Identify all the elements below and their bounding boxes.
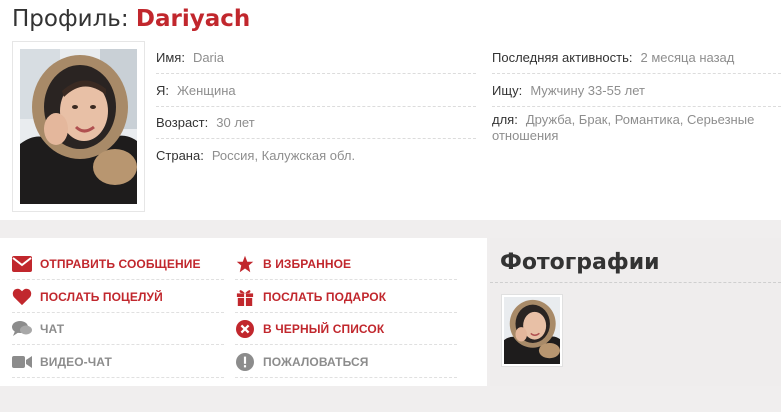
action-label: ПОСЛАТЬ ПОДАРОК: [263, 289, 387, 304]
field-name: Имя: Daria: [156, 42, 476, 74]
send-kiss-button[interactable]: ПОСЛАТЬ ПОЦЕЛУЙ: [12, 281, 224, 313]
action-label: ВИДЕО-ЧАТ: [40, 354, 112, 369]
field-value: Daria: [192, 50, 225, 65]
action-label: В ЧЕРНЫЙ СПИСОК: [263, 321, 385, 336]
field-country: Страна: Россия, Калужская обл.: [156, 140, 476, 172]
action-label: ЧАТ: [40, 321, 65, 336]
photos-title: Фотографии: [500, 250, 660, 275]
photo-thumbnail-image: [504, 297, 560, 364]
video-camera-icon: [12, 352, 32, 372]
profile-username: Dariyach: [135, 6, 251, 32]
profile-avatar[interactable]: [12, 41, 145, 212]
field-label: Я:: [156, 83, 169, 98]
gift-icon: [235, 287, 255, 307]
field-label: Ищу:: [492, 83, 523, 98]
field-value: Женщина: [177, 83, 236, 98]
star-icon: [235, 254, 255, 274]
avatar-photo: [20, 49, 137, 204]
field-last-activity: Последняя активность: 2 месяца назад: [492, 42, 781, 74]
field-age: Возраст: 30 лет: [156, 107, 476, 139]
send-gift-button[interactable]: ПОСЛАТЬ ПОДАРОК: [235, 281, 457, 313]
field-value: 2 месяца назад: [640, 50, 735, 65]
page-title-prefix: Профиль:: [12, 6, 129, 32]
field-looking-for: Ищу: Мужчину 33-55 лет: [492, 75, 781, 107]
action-label: ПОЖАЛОВАТЬСЯ: [263, 354, 369, 369]
field-value: Дружба, Брак, Романтика, Серьезные отнош…: [492, 112, 755, 143]
field-value: Россия, Калужская обл.: [211, 148, 356, 163]
field-gender: Я: Женщина: [156, 75, 476, 107]
page-title: Профиль: Dariyach: [12, 6, 250, 32]
photos-panel: Фотографии: [490, 238, 781, 386]
field-label: Имя:: [156, 50, 185, 65]
x-circle-icon: [235, 319, 255, 339]
photo-thumbnail[interactable]: [501, 294, 563, 367]
exclamation-circle-icon: [235, 352, 255, 372]
add-favorite-button[interactable]: В ИЗБРАННОЕ: [235, 248, 457, 280]
heart-icon: [12, 287, 32, 307]
blacklist-button[interactable]: В ЧЕРНЫЙ СПИСОК: [235, 313, 457, 345]
video-chat-button[interactable]: ВИДЕО-ЧАТ: [12, 346, 224, 378]
field-label: для:: [492, 112, 518, 127]
action-label: В ИЗБРАННОЕ: [263, 256, 352, 271]
field-value: 30 лет: [216, 115, 255, 130]
field-value: Мужчину 33-55 лет: [530, 83, 646, 98]
divider: [490, 282, 781, 283]
profile-card: Профиль: Dariyach Имя: Daria Я: Женщина …: [0, 0, 781, 220]
field-purpose: для: Дружба, Брак, Романтика, Серьезные о…: [492, 112, 781, 152]
field-label: Возраст:: [156, 115, 209, 130]
field-label: Последняя активность:: [492, 50, 633, 65]
report-button[interactable]: ПОЖАЛОВАТЬСЯ: [235, 346, 457, 378]
envelope-icon: [12, 254, 32, 274]
chat-button[interactable]: ЧАТ: [12, 313, 224, 345]
chat-bubbles-icon: [12, 319, 32, 339]
send-message-button[interactable]: ОТПРАВИТЬ СООБЩЕНИЕ: [12, 248, 224, 280]
action-label: ОТПРАВИТЬ СООБЩЕНИЕ: [40, 256, 201, 271]
field-label: Страна:: [156, 148, 204, 163]
action-label: ПОСЛАТЬ ПОЦЕЛУЙ: [40, 289, 163, 304]
actions-panel: ОТПРАВИТЬ СООБЩЕНИЕ В ИЗБРАННОЕ ПОСЛАТЬ …: [0, 238, 487, 386]
